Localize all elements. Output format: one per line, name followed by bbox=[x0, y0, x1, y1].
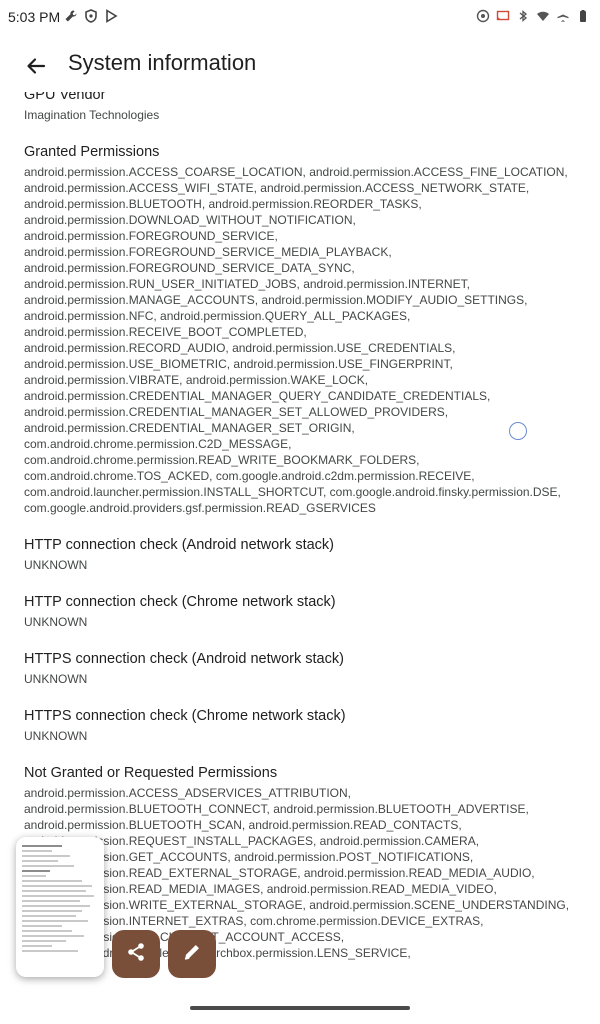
granted-permissions-title: Granted Permissions bbox=[24, 144, 160, 160]
granted-permission-line: android.permission.FOREGROUND_SERVICE_ME… bbox=[24, 245, 392, 259]
wrench-icon bbox=[64, 9, 78, 23]
granted-permission-line: android.permission.CREDENTIAL_MANAGER_SE… bbox=[24, 421, 355, 435]
granted-permission-line: com.android.chrome.permission.C2D_MESSAG… bbox=[24, 437, 292, 451]
granted-permission-line: android.permission.RECEIVE_BOOT_COMPLETE… bbox=[24, 325, 307, 339]
granted-permission-line: com.android.chrome.TOS_ACKED, com.google… bbox=[24, 469, 475, 483]
not-granted-permission-line: android.permission.WRITE_EXTERNAL_STORAG… bbox=[24, 898, 570, 912]
granted-permission-line: android.permission.DOWNLOAD_WITHOUT_NOTI… bbox=[24, 213, 356, 227]
granted-permission-line: android.permission.USE_BIOMETRIC, androi… bbox=[24, 357, 453, 371]
location-icon bbox=[476, 9, 490, 23]
granted-permission-line: android.permission.CREDENTIAL_MANAGER_QU… bbox=[24, 389, 491, 403]
granted-permission-line: android.permission.CREDENTIAL_MANAGER_SE… bbox=[24, 405, 449, 419]
check-value: UNKNOWN bbox=[24, 672, 88, 686]
granted-permission-line: com.android.launcher.permission.INSTALL_… bbox=[24, 485, 561, 499]
check-value: UNKNOWN bbox=[24, 615, 88, 629]
granted-permissions-item: Granted Permissions android.permission.A… bbox=[24, 143, 584, 516]
not-granted-permissions-title: Not Granted or Requested Permissions bbox=[24, 765, 278, 781]
granted-permission-line: android.permission.RUN_USER_INITIATED_JO… bbox=[24, 277, 470, 291]
not-granted-permission-line: android.permission.REQUEST_INSTALL_PACKA… bbox=[24, 834, 480, 848]
edit-pencil-icon bbox=[181, 941, 203, 968]
granted-permission-line: android.permission.FOREGROUND_SERVICE_DA… bbox=[24, 261, 355, 275]
granted-permission-line: android.permission.MANAGE_ACCOUNTS, andr… bbox=[24, 293, 528, 307]
check-title: HTTPS connection check (Android network … bbox=[24, 651, 344, 667]
edit-button[interactable] bbox=[168, 930, 216, 978]
not-granted-permission-line: android.permission.BLUETOOTH_SCAN, andro… bbox=[24, 818, 462, 832]
not-granted-permission-line: android.permission.READ_MEDIA_IMAGES, an… bbox=[24, 882, 497, 896]
status-time: 5:03 PM bbox=[8, 9, 61, 25]
https-android-check-item: HTTPS connection check (Android network … bbox=[24, 650, 584, 687]
granted-permission-line: android.permission.FOREGROUND_SERVICE, bbox=[24, 229, 278, 243]
not-granted-permissions-item: Not Granted or Requested Permissions and… bbox=[24, 764, 584, 961]
gpu-vendor-title: GPU Vendor bbox=[24, 92, 106, 103]
granted-permission-line: android.permission.BLUETOOTH, android.pe… bbox=[24, 197, 422, 211]
not-granted-permission-line: android.permission.GET_CURRENT_ACCOUNT_A… bbox=[24, 929, 584, 945]
navigation-handle[interactable] bbox=[190, 1006, 410, 1010]
not-granted-permissions-value: android.permission.ACCESS_ADSERVICES_ATT… bbox=[24, 785, 584, 961]
not-granted-permission-line: android.permission.GET_ACCOUNTS, android… bbox=[24, 850, 474, 864]
back-button[interactable] bbox=[20, 50, 52, 82]
check-title: HTTP connection check (Android network s… bbox=[24, 537, 335, 553]
not-granted-permission-line: android.permission.ACCESS_ADSERVICES_ATT… bbox=[24, 786, 351, 800]
not-granted-permission-line: com.google.android.googlequicksearchbox.… bbox=[24, 946, 411, 960]
share-icon bbox=[125, 941, 147, 968]
status-left-icons bbox=[64, 9, 118, 23]
granted-permission-line: android.permission.NFC, android.permissi… bbox=[24, 309, 411, 323]
not-granted-permission-line: android.permission.READ_EXTERNAL_STORAGE… bbox=[24, 866, 535, 880]
https-chrome-check-item: HTTPS connection check (Chrome network s… bbox=[24, 707, 584, 744]
wifi-icon bbox=[536, 9, 550, 23]
loading-spinner bbox=[509, 422, 527, 440]
granted-permission-line: com.android.chrome.permission.READ_WRITE… bbox=[24, 453, 420, 467]
bluetooth-icon bbox=[516, 9, 530, 23]
check-title: HTTP connection check (Chrome network st… bbox=[24, 594, 336, 610]
gpu-vendor-value: Imagination Technologies bbox=[24, 108, 160, 122]
system-info-list[interactable]: GPU Vendor Imagination Technologies Gran… bbox=[24, 92, 584, 992]
not-granted-permission-line: android.permission.BLUETOOTH_CONNECT, an… bbox=[24, 802, 529, 816]
gpu-vendor-item: GPU Vendor Imagination Technologies bbox=[24, 92, 584, 123]
app-bar: System information bbox=[0, 34, 600, 92]
not-granted-permission-line: android.permission.INTERNET_EXTRAS, com.… bbox=[24, 914, 484, 928]
page-title: System information bbox=[68, 50, 257, 75]
battery-icon bbox=[576, 9, 590, 23]
granted-permission-line: android.permission.VIBRATE, android.perm… bbox=[24, 373, 369, 387]
granted-permission-line: android.permission.ACCESS_COARSE_LOCATIO… bbox=[24, 165, 568, 179]
shield-icon bbox=[84, 9, 98, 23]
granted-permission-line: com.google.android.providers.gsf.permiss… bbox=[24, 501, 376, 515]
screenshot-thumbnail[interactable] bbox=[16, 837, 104, 977]
check-title: HTTPS connection check (Chrome network s… bbox=[24, 708, 346, 724]
check-value: UNKNOWN bbox=[24, 558, 88, 572]
http-android-check-item: HTTP connection check (Android network s… bbox=[24, 536, 584, 573]
status-bar: 5:03 PM bbox=[0, 0, 600, 34]
granted-permission-line: android.permission.ACCESS_WIFI_STATE, an… bbox=[24, 181, 530, 195]
granted-permissions-value: android.permission.ACCESS_COARSE_LOCATIO… bbox=[24, 164, 584, 516]
play-store-icon bbox=[104, 9, 118, 23]
share-button[interactable] bbox=[112, 930, 160, 978]
cast-icon bbox=[496, 9, 510, 23]
airplane-icon bbox=[556, 9, 570, 23]
granted-permission-line: android.permission.RECORD_AUDIO, android… bbox=[24, 341, 456, 355]
http-chrome-check-item: HTTP connection check (Chrome network st… bbox=[24, 593, 584, 630]
status-right-icons bbox=[476, 9, 590, 23]
thumbnail-content bbox=[22, 845, 98, 955]
check-value: UNKNOWN bbox=[24, 729, 88, 743]
arrow-back-icon bbox=[20, 58, 52, 86]
